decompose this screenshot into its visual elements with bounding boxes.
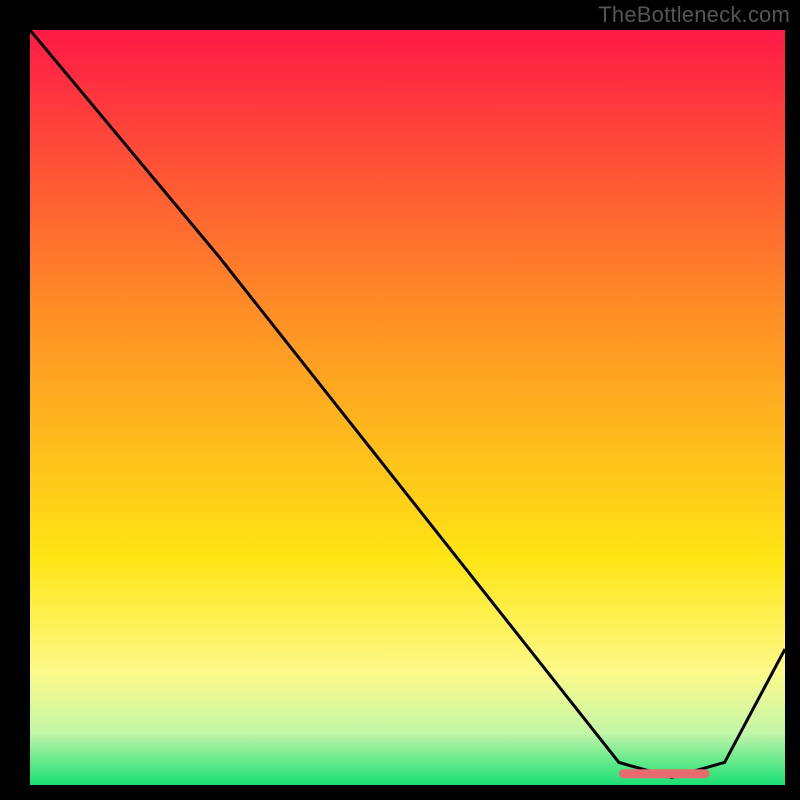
gradient-background [30, 30, 785, 785]
chart-frame [30, 30, 785, 785]
page-root: TheBottleneck.com [0, 0, 800, 800]
optimal-range-marker [619, 769, 710, 778]
bottleneck-chart [30, 30, 785, 785]
attribution-text: TheBottleneck.com [598, 2, 790, 28]
